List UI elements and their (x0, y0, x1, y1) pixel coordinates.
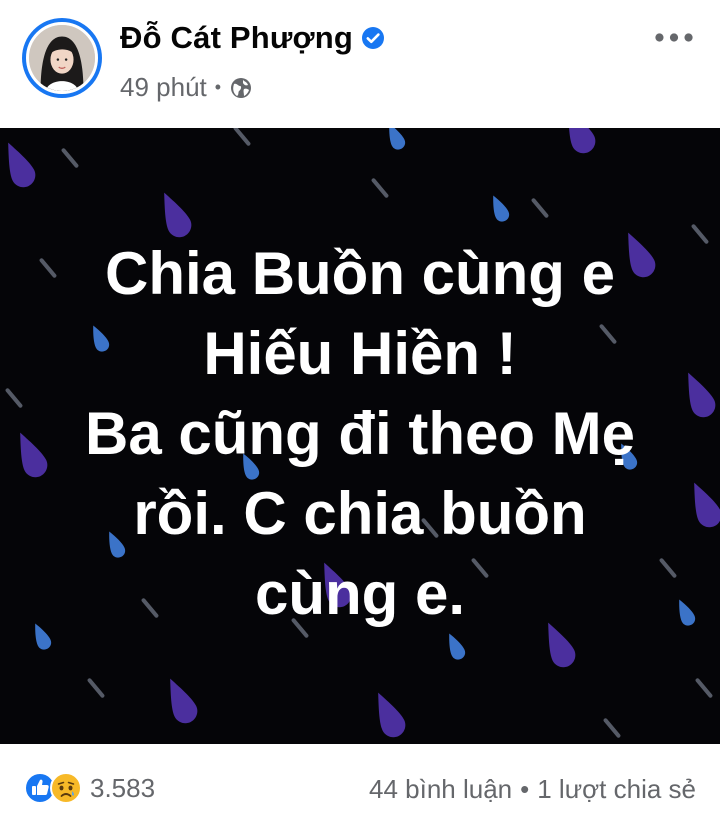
meta-separator: • (214, 77, 222, 97)
post-image[interactable]: Chia Buồn cùng e Hiếu Hiền ! Ba cũng đi … (0, 128, 720, 744)
image-text-line: Chia Buồn cùng e (105, 240, 615, 307)
image-text-line: Hiếu Hiền ! (203, 320, 517, 387)
shares-count-link[interactable]: 1 lượt chia sẻ (537, 774, 696, 805)
more-options-icon (655, 32, 693, 42)
reaction-count: 3.583 (90, 772, 156, 803)
facebook-post: Đỗ Cát Phượng 49 phút • Chia Buồn cùng e… (0, 0, 720, 830)
avatar-portrait-icon (29, 25, 95, 91)
post-time[interactable]: 49 phút (120, 72, 207, 103)
globe-icon[interactable] (229, 76, 253, 100)
image-text-line: rồi. C chia buồn (133, 480, 587, 547)
verified-badge-icon (361, 26, 385, 50)
author-avatar[interactable] (22, 18, 102, 98)
author-name[interactable]: Đỗ Cát Phượng (120, 20, 353, 56)
image-text-line: cùng e. (254, 560, 466, 627)
avatar-photo (26, 22, 98, 94)
more-options-button[interactable] (652, 22, 696, 52)
post-header: Đỗ Cát Phượng 49 phút • (0, 0, 720, 128)
comments-count-link[interactable]: 44 bình luận (369, 774, 512, 805)
post-footer: 3.583 44 bình luận • 1 lượt chia sẻ (0, 744, 720, 830)
sad-icon (50, 772, 82, 804)
reactions-summary[interactable]: 3.583 (24, 772, 155, 804)
post-image-text: Chia Buồn cùng e Hiếu Hiền ! Ba cũng đi … (0, 234, 720, 634)
stats-separator: • (520, 774, 530, 804)
engagement-stats: 44 bình luận • 1 lượt chia sẻ (369, 774, 696, 805)
post-meta: 49 phút • (120, 72, 253, 103)
author-row: Đỗ Cát Phượng (120, 20, 385, 56)
image-text-line: Ba cũng đi theo Mẹ (84, 400, 636, 467)
